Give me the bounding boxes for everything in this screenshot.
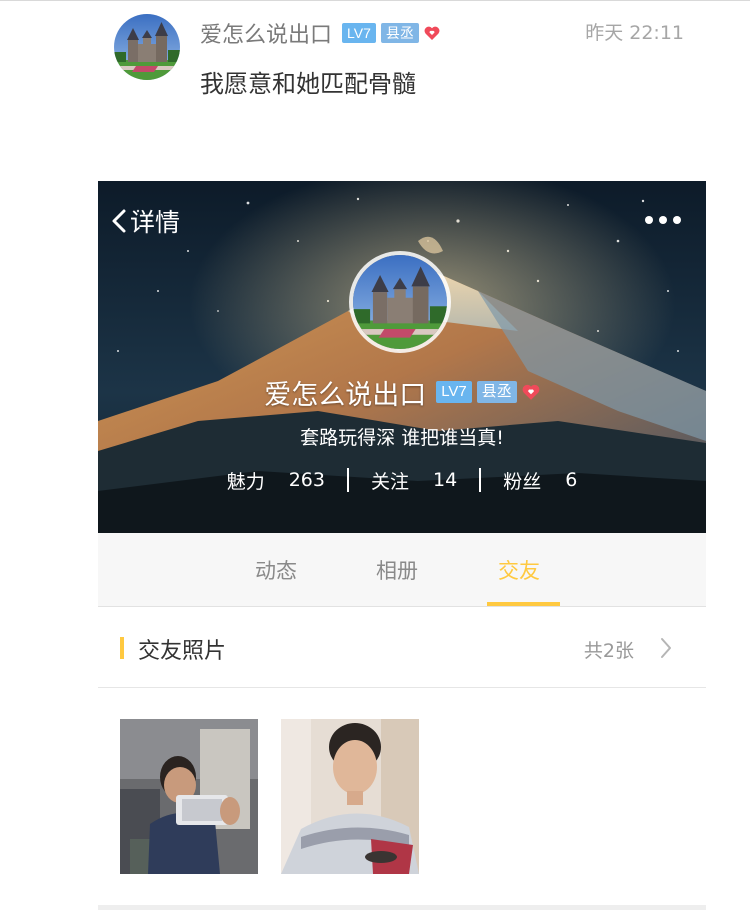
section-title: 交友照片 xyxy=(138,639,227,664)
heart-icon xyxy=(424,26,440,40)
photo-count: 共2张 xyxy=(583,640,634,662)
level-badge: LV7 xyxy=(342,23,376,43)
section-accent-bar xyxy=(120,637,124,659)
stat-charm[interactable]: 魅力 263 xyxy=(227,467,325,494)
active-tab-indicator xyxy=(487,602,560,606)
stat-following[interactable]: 关注 14 xyxy=(371,467,457,494)
tab-album[interactable]: 相册 xyxy=(376,555,418,585)
friend-photos-header[interactable]: 交友照片 共2张 xyxy=(98,607,706,688)
chevron-left-icon xyxy=(112,209,126,233)
tab-friends[interactable]: 交友 xyxy=(498,555,540,585)
heart-icon xyxy=(522,384,540,400)
stat-label: 关注 xyxy=(370,470,409,493)
stat-fans[interactable]: 粉丝 6 xyxy=(503,467,577,494)
more-icon[interactable] xyxy=(644,215,682,225)
tab-feed[interactable]: 动态 xyxy=(255,555,297,585)
post-text: 我愿意和她匹配骨髓 xyxy=(200,70,416,98)
photo-image xyxy=(281,719,419,874)
level-badge: LV7 xyxy=(436,381,472,403)
stat-value: 263 xyxy=(288,469,325,491)
castle-avatar-image xyxy=(353,255,447,349)
post-header: 爱怎么说出口 LV7 县丞 xyxy=(200,18,440,48)
profile-name: 爱怎么说出口 xyxy=(264,379,427,411)
profile-screenshot-card[interactable]: 详情 爱怎么说出口 LV7 县丞 套路玩得深 谁把谁当真! 魅力 263 关注 … xyxy=(98,181,706,910)
chevron-right-icon xyxy=(661,638,671,658)
friend-photo-2[interactable] xyxy=(281,719,419,874)
post-username[interactable]: 爱怎么说出口 xyxy=(200,17,332,49)
profile-motto: 套路玩得深 谁把谁当真! xyxy=(300,427,504,449)
profile-name-row: 爱怎么说出口 LV7 县丞 xyxy=(98,375,706,411)
profile-tabs: 动态 相册 交友 xyxy=(98,533,706,607)
stat-divider xyxy=(346,468,349,492)
region-badge: 县丞 xyxy=(380,23,419,43)
region-badge: 县丞 xyxy=(476,381,517,403)
friend-photo-1[interactable] xyxy=(120,719,258,874)
stat-label: 魅力 xyxy=(226,470,265,493)
back-button[interactable]: 详情 xyxy=(110,203,180,239)
stat-divider xyxy=(479,468,482,492)
photo-image xyxy=(120,719,258,874)
post-time: 昨天 22:11 xyxy=(585,22,684,44)
back-label: 详情 xyxy=(130,208,181,237)
post-avatar[interactable] xyxy=(114,14,180,80)
top-divider xyxy=(0,0,750,1)
stat-value: 14 xyxy=(433,469,458,491)
profile-stats: 魅力 263 关注 14 粉丝 6 xyxy=(98,465,706,495)
stat-value: 6 xyxy=(565,469,578,491)
castle-avatar-image xyxy=(114,14,180,80)
profile-avatar[interactable] xyxy=(349,251,451,353)
profile-banner: 详情 爱怎么说出口 LV7 县丞 套路玩得深 谁把谁当真! 魅力 263 关注 … xyxy=(98,181,706,533)
stat-label: 粉丝 xyxy=(503,470,542,493)
bottom-divider xyxy=(98,905,706,910)
